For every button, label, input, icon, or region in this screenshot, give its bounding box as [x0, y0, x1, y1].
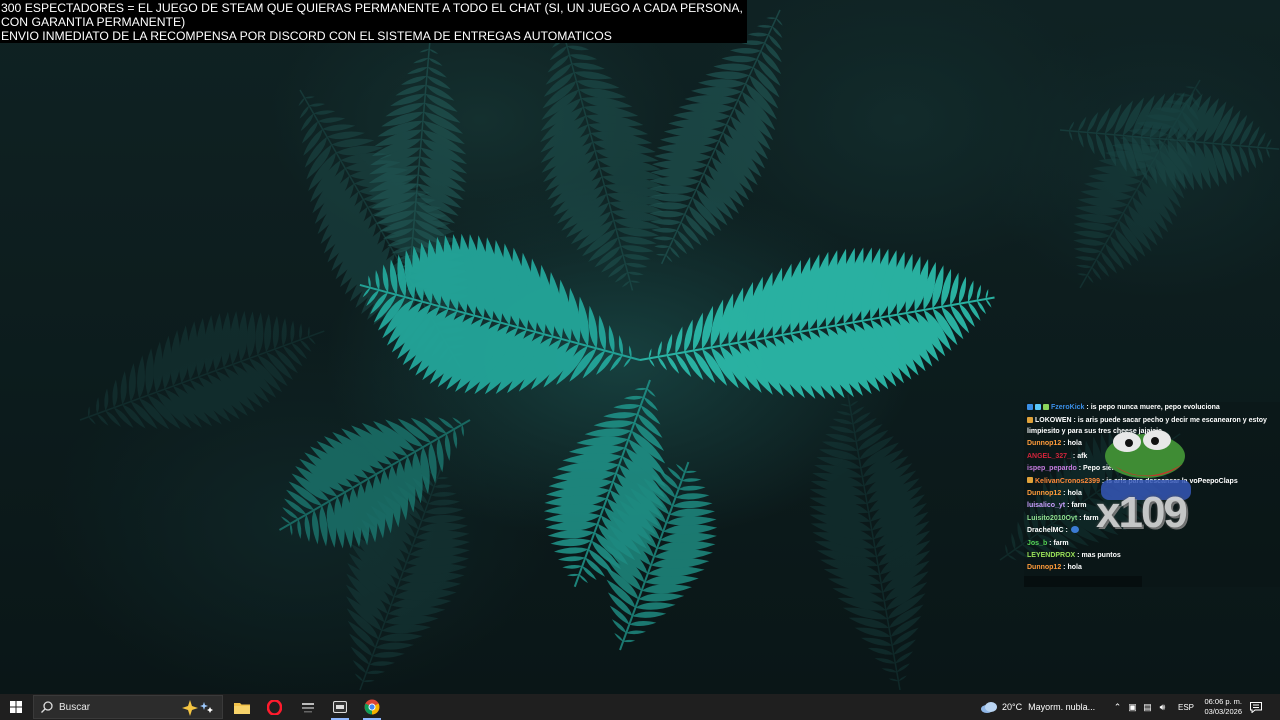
app-window-button[interactable]: [327, 694, 353, 720]
search-highlight-icon: [182, 700, 213, 716]
chat-text: : hola: [1061, 490, 1082, 498]
chat-text: : farm: [1047, 539, 1069, 547]
chat-text: : hola: [1061, 564, 1082, 572]
chat-badge-icon: [1035, 403, 1041, 410]
chat-username: DrachelMC: [1027, 527, 1064, 535]
chat-username: LEYENDPROX: [1027, 552, 1076, 560]
overlay-line-1: 300 ESPECTADORES = EL JUEGO DE STEAM QUE…: [1, 1, 743, 29]
window-app-icon: [333, 701, 347, 713]
emote-combo-counter: x109: [1096, 488, 1188, 537]
chat-badge-icon: [1027, 403, 1033, 410]
chat-emote-icon: [1070, 526, 1079, 534]
chat-footer-bar: [1024, 576, 1142, 587]
system-tray: ⌃ ▣ ▤ 🔊︎: [1110, 694, 1170, 720]
clock-time: 06:06 p. m.: [1204, 697, 1242, 706]
overlay-line-2: ENVIO INMEDIATO DE LA RECOMPENSA POR DIS…: [1, 29, 612, 43]
chat-username: KelivanCronos2399: [1035, 477, 1100, 485]
chrome-icon: [364, 699, 380, 715]
chat-message: FzeroKick : is pepo nunca muere, pepo ev…: [1024, 402, 1280, 414]
opera-icon: [266, 699, 282, 715]
folder-icon: [234, 702, 250, 714]
chat-username: luisalico_yt: [1027, 502, 1066, 510]
clock[interactable]: 06:06 p. m. 03/03/2026: [1198, 694, 1242, 720]
chat-username: Jos_b: [1027, 539, 1048, 547]
chat-text: : afk: [1070, 452, 1088, 460]
chat-username: FzeroKick: [1051, 404, 1085, 411]
chat-username: ANGEL_327_: [1027, 452, 1071, 460]
start-button[interactable]: [0, 694, 32, 720]
chat-text: : mas puntos: [1075, 552, 1121, 560]
chat-badge-icon: [1027, 416, 1033, 423]
windows-logo-icon: [10, 701, 22, 713]
file-explorer-app[interactable]: [229, 694, 255, 720]
taskbar: Buscar 20°C Mayorm. nubla... ⌃ ▣ ▤ 🔊︎ ES…: [0, 694, 1280, 720]
stream-overlay-banner: 300 ESPECTADORES = EL JUEGO DE STEAM QUE…: [0, 0, 747, 43]
tray-app-icon[interactable]: ▣: [1125, 702, 1140, 713]
chat-badge-icon: [1043, 403, 1049, 410]
chat-message: LEYENDPROX : mas puntos: [1024, 550, 1280, 562]
chat-username: LOKOWEN: [1035, 417, 1072, 425]
chrome-browser-app[interactable]: [359, 694, 385, 720]
chat-text: : is pepo nunca muere, pepo evoluciona: [1084, 404, 1220, 411]
chat-text: :: [1063, 527, 1068, 535]
cloud-icon: [981, 702, 997, 713]
volume-icon[interactable]: 🔊︎: [1155, 702, 1170, 713]
weather-temperature: 20°C: [1002, 702, 1023, 712]
chat-username: Dunnop12: [1027, 490, 1062, 498]
chat-text: : hola: [1061, 440, 1082, 448]
opera-browser-app[interactable]: [261, 694, 287, 720]
chat-message: Jos_b : farm: [1024, 538, 1280, 550]
clock-date: 03/03/2026: [1204, 707, 1242, 716]
chat-username: Luisito2010Oyt: [1027, 514, 1078, 522]
chat-username: Dunnop12: [1027, 564, 1062, 572]
chevron-up-icon[interactable]: ⌃: [1110, 702, 1125, 713]
notification-button[interactable]: [1250, 694, 1262, 720]
chat-username: Dunnop12: [1027, 440, 1062, 448]
app-shortcut[interactable]: [295, 694, 321, 720]
chat-message: Dunnop12 : hola: [1024, 562, 1280, 574]
weather-widget[interactable]: 20°C Mayorm. nubla...: [980, 694, 1095, 720]
search-placeholder: Buscar: [59, 701, 91, 713]
weather-condition: Mayorm. nubla...: [1028, 702, 1096, 712]
fern-leaves-image: [79, 9, 1280, 691]
language-indicator[interactable]: ESP: [1178, 694, 1194, 720]
app-icon: [302, 703, 314, 713]
desktop-wallpaper: [0, 0, 1280, 694]
chat-username: ispep_pepardo: [1027, 465, 1077, 473]
chat-badge-icon: [1027, 477, 1033, 484]
network-icon[interactable]: ▤: [1140, 702, 1155, 713]
search-icon: [41, 701, 53, 713]
taskbar-search-box[interactable]: Buscar: [33, 695, 223, 719]
notification-icon: [1250, 701, 1262, 713]
chat-text: : farm: [1065, 502, 1087, 510]
